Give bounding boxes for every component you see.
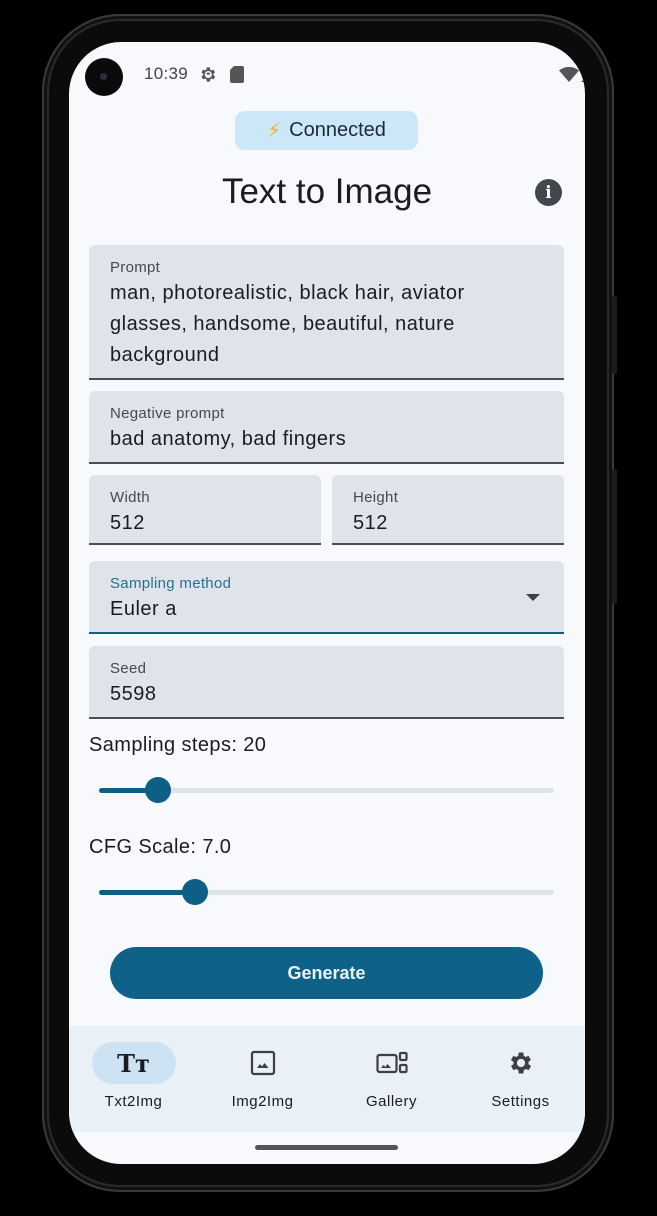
nav-item-gallery[interactable]: Gallery — [327, 1026, 456, 1132]
cfg-scale-label: CFG Scale: 7.0 — [89, 836, 232, 858]
front-camera — [85, 58, 123, 96]
nav-label: Gallery — [365, 1093, 417, 1110]
connection-status-label: Connected — [289, 119, 386, 141]
slider-fill — [99, 890, 195, 895]
sd-card-icon — [230, 66, 244, 83]
text-format-icon: Tт — [117, 1048, 150, 1078]
width-label: Width — [110, 489, 150, 506]
settings-icon — [510, 1052, 531, 1074]
settings-gear-icon — [201, 67, 216, 82]
prompt-input[interactable]: man, photorealistic, black hair, aviator… — [110, 278, 543, 371]
seed-field[interactable]: Seed 5598 — [89, 646, 564, 719]
sampling-method-value: Euler a — [110, 598, 177, 620]
nav-active-indicator: Tт — [91, 1042, 176, 1084]
wifi-icon — [559, 67, 579, 82]
width-field[interactable]: Width 512 — [89, 475, 321, 545]
nav-label: Settings — [491, 1093, 550, 1110]
generate-button[interactable]: Generate — [110, 947, 543, 999]
nav-item-settings[interactable]: Settings — [456, 1026, 585, 1132]
info-icon: i — [545, 182, 552, 203]
screen: 10:39 ⚡ Connected Text to Image i Prompt… — [69, 42, 585, 1164]
sampling-method-dropdown[interactable]: Sampling method Euler a — [89, 561, 564, 634]
sampling-steps-label: Sampling steps: 20 — [89, 734, 267, 756]
nav-item-txt2img[interactable]: Tт Txt2Img — [69, 1026, 198, 1132]
height-field[interactable]: Height 512 — [332, 475, 564, 545]
sampling-method-label: Sampling method — [110, 575, 232, 592]
image-icon — [250, 1050, 275, 1076]
negative-prompt-field[interactable]: Negative prompt bad anatomy, bad fingers — [89, 391, 564, 464]
negative-prompt-input[interactable]: bad anatomy, bad fingers — [110, 424, 543, 455]
width-input[interactable]: 512 — [110, 508, 300, 539]
volume-button — [612, 469, 617, 604]
sampling-steps-slider[interactable] — [99, 777, 554, 803]
home-indicator[interactable] — [255, 1145, 398, 1150]
seed-label: Seed — [110, 660, 147, 677]
height-input[interactable]: 512 — [353, 508, 543, 539]
nav-item-img2img[interactable]: Img2Img — [198, 1026, 327, 1132]
slider-thumb[interactable] — [181, 879, 208, 905]
status-time: 10:39 — [144, 64, 189, 83]
page-title: Text to Image — [221, 172, 433, 211]
nav-label: Txt2Img — [104, 1093, 163, 1110]
cfg-scale-slider[interactable] — [99, 879, 554, 905]
height-label: Height — [353, 489, 399, 506]
dropdown-arrow-icon[interactable] — [526, 594, 540, 601]
power-button — [612, 296, 617, 374]
prompt-field[interactable]: Prompt man, photorealistic, black hair, … — [89, 245, 564, 380]
bottom-navigation: Tт Txt2Img Img2Img Gallery Settings — [69, 1026, 585, 1132]
connection-status-chip[interactable]: ⚡ Connected — [235, 111, 418, 150]
negative-prompt-label: Negative prompt — [110, 405, 225, 422]
info-button[interactable]: i — [535, 179, 562, 206]
prompt-label: Prompt — [110, 259, 161, 276]
slider-thumb[interactable] — [145, 777, 172, 803]
cellular-signal-icon — [581, 78, 585, 82]
seed-input[interactable]: 5598 — [110, 679, 543, 710]
gallery-icon — [375, 1051, 408, 1074]
lightning-bolt-icon: ⚡ — [267, 120, 282, 142]
nav-label: Img2Img — [231, 1093, 294, 1110]
